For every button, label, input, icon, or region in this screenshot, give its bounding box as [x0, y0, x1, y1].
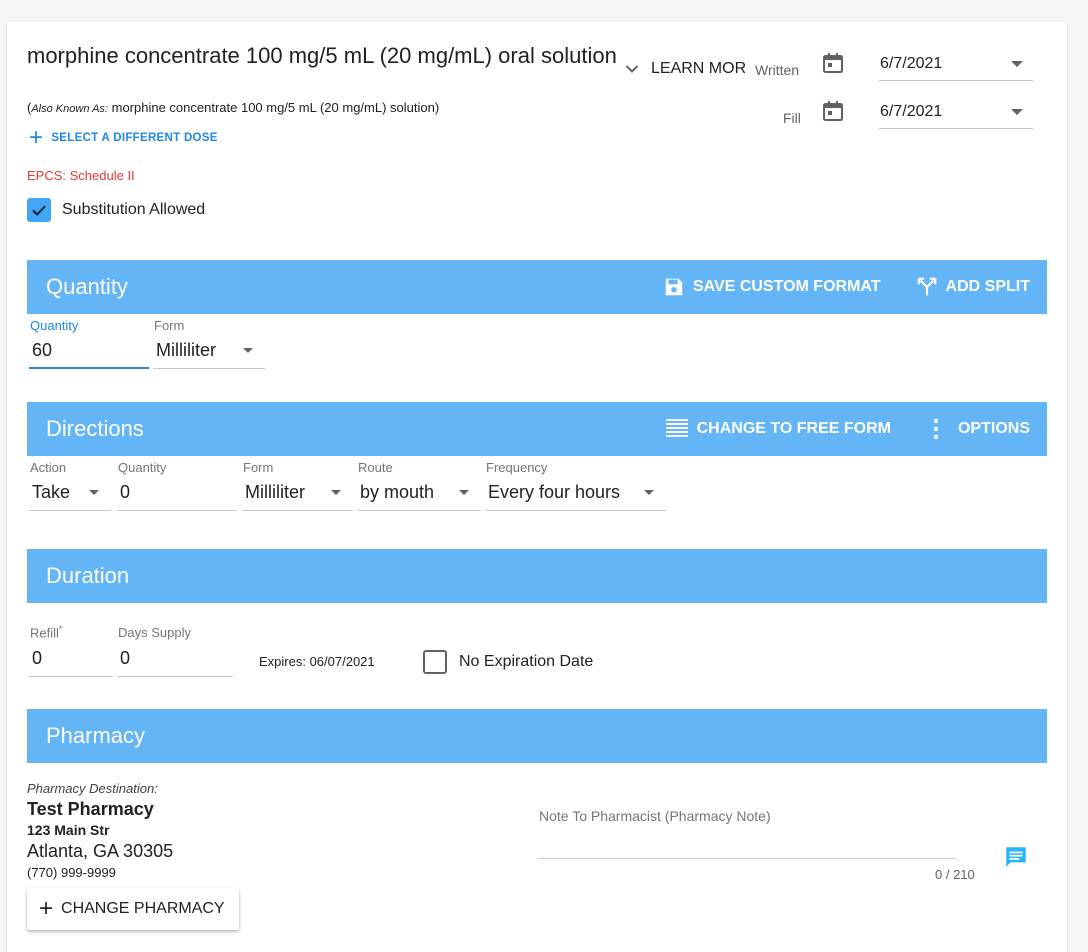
substitution-label: Substitution Allowed — [62, 201, 206, 218]
written-label: Written — [755, 62, 800, 78]
change-pharmacy-button[interactable]: + CHANGE PHARMACY — [27, 888, 239, 930]
add-split-button[interactable]: ADD SPLIT — [916, 276, 1030, 298]
aka-value: morphine concentrate 100 mg/5 mL (20 mg/… — [111, 100, 435, 115]
pharmacy-section-header: Pharmacy — [27, 709, 1047, 763]
change-pharmacy-label: CHANGE PHARMACY — [61, 900, 225, 917]
quantity-section-header: Quantity SAVE CUSTOM FORMAT ADD SPLIT — [27, 260, 1047, 314]
save-custom-format-button[interactable]: SAVE CUSTOM FORMAT — [663, 276, 881, 298]
frequency-select[interactable]: Every four hours — [485, 475, 666, 511]
frequency-value: Every four hours — [488, 482, 621, 502]
add-split-label: ADD SPLIT — [945, 278, 1030, 295]
checkbox-unchecked-icon[interactable] — [423, 650, 447, 674]
directions-section-title: Directions — [46, 416, 144, 441]
epcs-schedule: EPCS: Schedule II — [27, 168, 135, 183]
more-vertical-icon — [933, 418, 939, 440]
dropdown-arrow-icon — [644, 490, 654, 495]
fill-date-value: 6/7/2021 — [880, 102, 943, 120]
save-custom-format-label: SAVE CUSTOM FORMAT — [692, 278, 881, 295]
prescription-card: morphine concentrate 100 mg/5 mL (20 mg/… — [7, 22, 1067, 952]
pharmacy-address-line1: 123 Main Str — [27, 822, 110, 838]
options-label: OPTIONS — [957, 420, 1030, 437]
route-field-label: Route — [358, 460, 393, 475]
directions-section-header: Directions CHANGE TO FREE FORM OPTIONS — [27, 402, 1047, 456]
substitution-allowed-checkbox[interactable]: Substitution Allowed — [27, 198, 205, 222]
also-known-as: (Also Known As: morphine concentrate 100… — [27, 100, 440, 115]
quantity-field-label: Quantity — [30, 318, 79, 333]
pharmacy-phone: (770) 999-9999 — [27, 865, 116, 880]
days-supply-value: 0 — [120, 648, 131, 668]
form-value: Milliliter — [156, 340, 216, 360]
directions-form-value: Milliliter — [245, 482, 305, 502]
directions-quantity-value: 0 — [120, 482, 131, 502]
pharmacy-note-label: Note To Pharmacist (Pharmacy Note) — [539, 808, 771, 824]
calendar-icon[interactable] — [821, 51, 845, 80]
save-icon — [665, 278, 683, 296]
split-icon — [917, 277, 936, 296]
duration-section-header: Duration — [27, 549, 1047, 603]
expires-date: Expires: 06/07/2021 — [259, 654, 375, 669]
change-to-free-form-button[interactable]: CHANGE TO FREE FORM — [665, 418, 891, 440]
pharmacy-note-char-count: 0 / 210 — [935, 867, 975, 882]
action-select[interactable]: Take — [29, 475, 111, 511]
quantity-section-title: Quantity — [46, 274, 128, 299]
message-icon[interactable] — [1003, 844, 1029, 875]
directions-form-select[interactable]: Milliliter — [242, 475, 353, 511]
frequency-field-label: Frequency — [486, 460, 548, 475]
dropdown-arrow-icon — [1011, 108, 1023, 115]
refill-input[interactable]: 0 — [29, 641, 113, 677]
lines-icon — [665, 419, 688, 437]
learn-more-label: LEARN MORE — [651, 60, 745, 77]
days-supply-label: Days Supply — [118, 625, 191, 640]
no-expiration-label: No Expiration Date — [459, 653, 594, 670]
directions-quantity-input[interactable]: 0 — [117, 475, 237, 511]
chevron-down-icon — [625, 65, 639, 73]
fill-date-select[interactable]: 6/7/2021 — [879, 95, 1033, 129]
route-select[interactable]: by mouth — [357, 475, 481, 511]
checkbox-checked-icon[interactable] — [27, 198, 51, 222]
quantity-value: 60 — [32, 339, 53, 360]
pharmacy-address-line2: Atlanta, GA 30305 — [27, 841, 174, 861]
aka-prefix: Also Known As: — [31, 103, 108, 115]
written-date-value: 6/7/2021 — [880, 54, 943, 72]
free-form-label: CHANGE TO FREE FORM — [696, 420, 891, 437]
dropdown-arrow-icon — [243, 348, 253, 353]
refill-value: 0 — [32, 648, 43, 668]
calendar-icon[interactable] — [821, 99, 845, 128]
directions-form-label: Form — [243, 460, 274, 475]
route-value: by mouth — [360, 482, 435, 502]
refill-field-label: Refill* — [30, 624, 63, 641]
no-expiration-checkbox[interactable]: No Expiration Date — [423, 650, 593, 674]
quantity-input[interactable]: 60 — [29, 333, 149, 369]
directions-quantity-label: Quantity — [118, 460, 167, 475]
form-field-label: Form — [154, 318, 185, 333]
pharmacy-section-title: Pharmacy — [46, 723, 146, 748]
form-select[interactable]: Milliliter — [153, 333, 265, 369]
written-date-select[interactable]: 6/7/2021 — [879, 47, 1033, 81]
select-different-dose-button[interactable]: + SELECT A DIFFERENT DOSE — [29, 124, 218, 151]
plus-icon: + — [29, 124, 44, 151]
dropdown-arrow-icon — [1011, 60, 1023, 67]
dropdown-arrow-icon — [331, 490, 341, 495]
fill-label: Fill — [783, 110, 801, 126]
options-button[interactable]: OPTIONS — [930, 418, 1030, 440]
pharmacy-note-input[interactable] — [538, 858, 956, 859]
plus-icon: + — [39, 895, 54, 922]
days-supply-input[interactable]: 0 — [117, 641, 233, 677]
dropdown-arrow-icon — [459, 490, 469, 495]
pharmacy-destination-label: Pharmacy Destination: — [27, 781, 158, 796]
learn-more-toggle[interactable]: LEARN MORE — [625, 60, 745, 78]
action-field-label: Action — [30, 460, 67, 475]
pharmacy-name: Test Pharmacy — [27, 799, 154, 819]
select-dose-label: SELECT A DIFFERENT DOSE — [51, 132, 218, 144]
drug-title: morphine concentrate 100 mg/5 mL (20 mg/… — [27, 43, 617, 68]
duration-section-title: Duration — [46, 563, 130, 588]
action-value: Take — [32, 482, 71, 502]
dropdown-arrow-icon — [89, 490, 99, 495]
